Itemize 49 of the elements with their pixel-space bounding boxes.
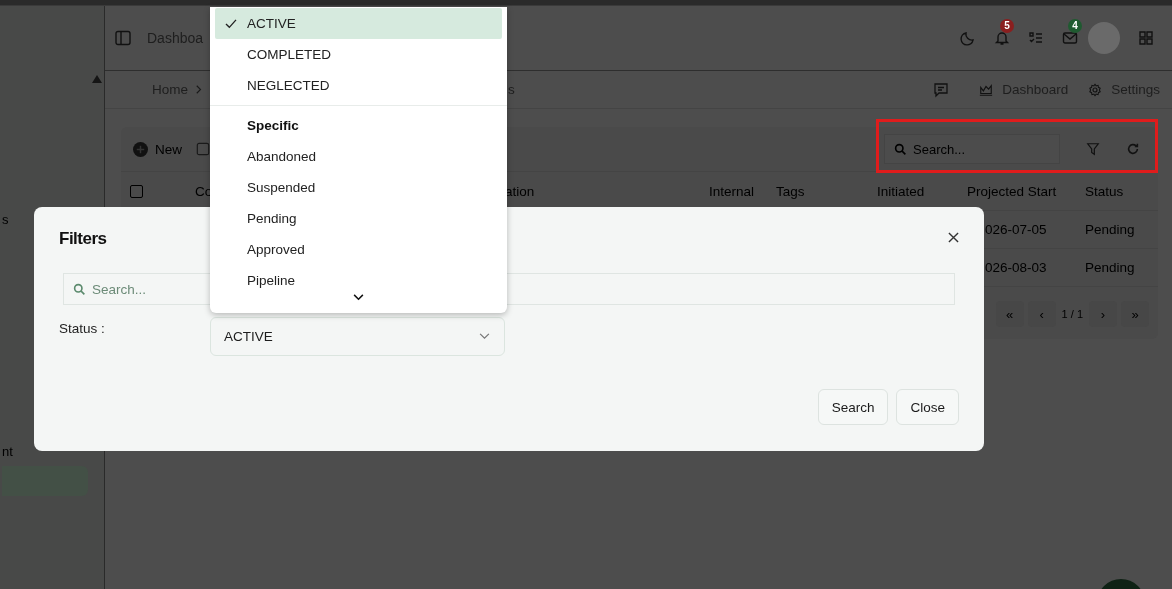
checkbox[interactable] — [130, 184, 143, 198]
sidebar-toggle-icon[interactable] — [115, 30, 131, 46]
column-header: Tags — [775, 183, 806, 199]
comment-icon[interactable] — [933, 81, 950, 98]
gear-icon — [1088, 82, 1103, 97]
menu-option[interactable]: Suspended — [215, 172, 502, 203]
close-button[interactable]: Close — [896, 389, 959, 425]
search-icon — [894, 142, 907, 156]
edit-icon[interactable] — [196, 142, 210, 156]
menu-option[interactable]: NEGLECTED — [215, 70, 502, 101]
menu-option[interactable]: Approved — [215, 234, 502, 265]
search-field[interactable]: Search... — [884, 134, 1060, 164]
scroll-up-icon[interactable] — [92, 75, 102, 83]
grid-icon[interactable] — [1138, 30, 1154, 46]
avatar[interactable] — [1088, 22, 1120, 54]
search-icon — [73, 282, 86, 296]
column-header: Projected Start — [966, 183, 1058, 199]
message-badge: 4 — [1068, 19, 1082, 33]
check-icon — [225, 18, 237, 29]
menu-option[interactable]: ACTIVE — [215, 8, 502, 39]
column-header: Internal — [708, 183, 756, 199]
page-indicator: 1 / 1 — [1060, 308, 1084, 320]
status-select[interactable]: ACTIVE — [210, 317, 505, 356]
menu-option[interactable]: Abandoned — [215, 141, 502, 172]
chevron-down-icon[interactable] — [353, 294, 364, 301]
mail-icon[interactable] — [1062, 30, 1078, 46]
table-cell-text: Pending — [1084, 222, 1136, 237]
group-heading: Specific — [246, 117, 300, 135]
dialog-title: Filters — [59, 229, 107, 249]
refresh-icon[interactable] — [1126, 142, 1140, 156]
plus-circle-icon — [133, 141, 148, 157]
column-header: Status — [1084, 183, 1125, 199]
search-button[interactable]: Search — [817, 389, 889, 425]
moon-icon[interactable] — [960, 30, 976, 46]
chevron-right-icon — [196, 85, 202, 94]
bell-icon[interactable] — [994, 30, 1010, 46]
close-icon[interactable] — [948, 232, 959, 243]
chart-icon — [979, 82, 994, 97]
checklist-icon[interactable] — [1028, 30, 1044, 46]
menu-option[interactable]: Pending — [215, 203, 502, 234]
notification-badge: 5 — [1000, 19, 1014, 33]
chevron-down-icon — [479, 333, 490, 340]
table-cell-text: 026-07-05 — [984, 222, 1048, 237]
column-header: Initiated — [876, 183, 926, 199]
table-cell-text: Pending — [1084, 260, 1136, 275]
table-cell-text: 026-08-03 — [984, 260, 1048, 275]
menu-option[interactable]: COMPLETED — [215, 39, 502, 70]
status-label: Status : — [59, 320, 106, 338]
filter-icon[interactable] — [1086, 142, 1100, 156]
